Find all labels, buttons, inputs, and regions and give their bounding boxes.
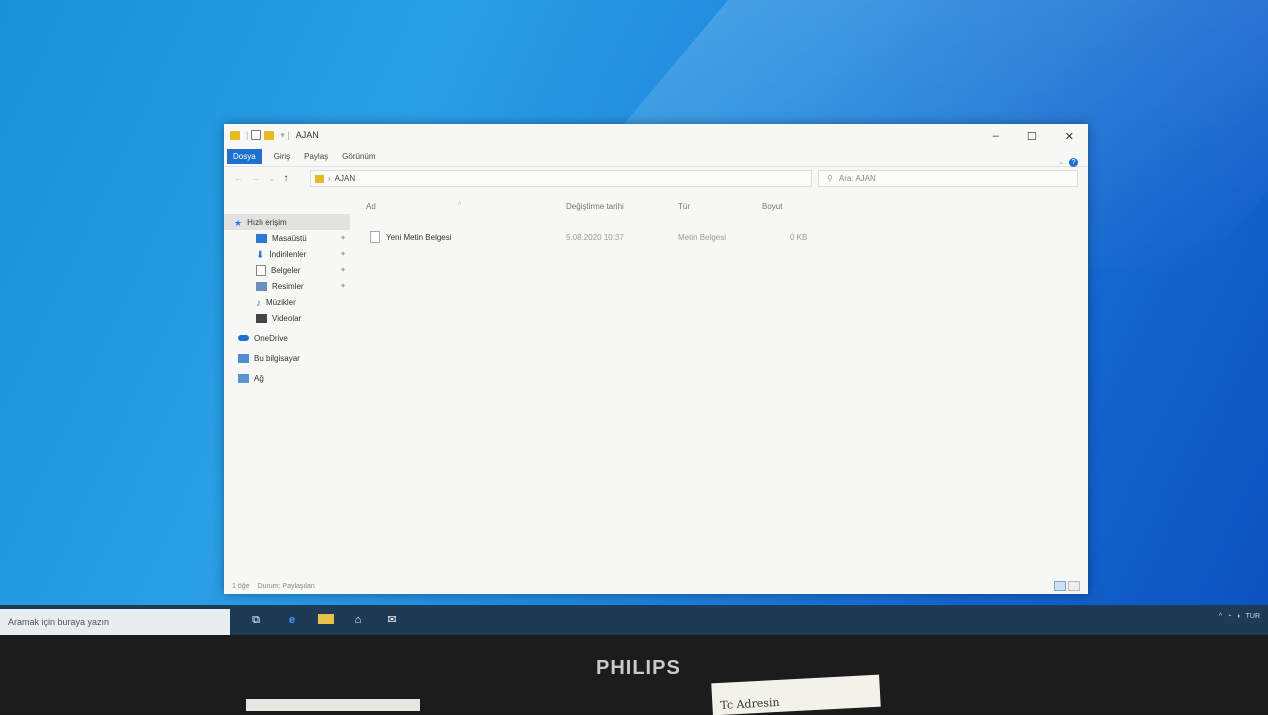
nav-item-music[interactable]: ♪ Müzikler bbox=[224, 294, 350, 310]
item-count: 1 öğe bbox=[232, 582, 250, 590]
store-icon[interactable]: ⌂ bbox=[350, 614, 366, 626]
file-list: Ad ^ Değiştirme tarihi Tür Boyut Yeni Me… bbox=[350, 202, 1088, 578]
minimize-button[interactable]: – bbox=[993, 130, 999, 143]
pictures-icon bbox=[256, 281, 267, 291]
ribbon-tabs: Dosya Giriş Paylaş Görünüm ⌄ ? bbox=[224, 146, 1088, 167]
nav-item-network[interactable]: Ağ bbox=[224, 370, 350, 386]
maximize-button[interactable]: ☐ bbox=[1027, 130, 1037, 143]
window-title: AJAN bbox=[295, 130, 319, 140]
properties-icon[interactable] bbox=[251, 130, 262, 140]
nav-item-label: Müzikler bbox=[266, 297, 296, 307]
task-view-icon[interactable]: ⧉ bbox=[248, 614, 264, 626]
pin-icon: ✦ bbox=[340, 251, 346, 258]
input-language[interactable]: TUR bbox=[1246, 613, 1260, 620]
nav-item-label: İndirilenler bbox=[269, 249, 307, 259]
nav-item-label: Belgeler bbox=[271, 265, 301, 275]
file-explorer-icon[interactable] bbox=[318, 614, 334, 624]
file-size: 0 KB bbox=[790, 232, 808, 242]
recent-locations-icon[interactable]: ⌄ bbox=[268, 173, 276, 184]
network-icon bbox=[238, 373, 249, 383]
expand-ribbon-icon[interactable]: ⌄ bbox=[1058, 158, 1064, 166]
nav-item-label: Hızlı erişim bbox=[247, 217, 287, 227]
up-arrow-icon[interactable]: ↑ bbox=[284, 173, 289, 184]
mail-icon[interactable]: ✉ bbox=[384, 614, 400, 626]
nav-item-label: Masaüstü bbox=[272, 233, 307, 243]
nav-item-label: Resimler bbox=[272, 281, 304, 291]
file-explorer-window[interactable]: | ▾ | AJAN – ☐ ✕ Dosya Giriş Paylaş Görü… bbox=[224, 124, 1088, 594]
column-type[interactable]: Tür bbox=[678, 202, 690, 211]
back-arrow-icon[interactable]: ← bbox=[234, 173, 243, 183]
address-bar-row: ← → ⌄ ↑ › AJAN ⌄ ↻ ⚲ Ara: AJAN bbox=[224, 167, 1088, 189]
desktop-background: | ▾ | AJAN – ☐ ✕ Dosya Giriş Paylaş Görü… bbox=[0, 0, 1268, 605]
address-bar[interactable]: › AJAN bbox=[310, 170, 812, 187]
network-status-icon[interactable]: ◔ bbox=[1227, 613, 1231, 620]
nav-item-label: Videolar bbox=[272, 313, 302, 323]
computer-icon bbox=[238, 353, 249, 363]
column-date[interactable]: Değiştirme tarihi bbox=[566, 202, 624, 211]
nav-item-videos[interactable]: Videolar bbox=[224, 310, 350, 326]
nav-item-label: Ağ bbox=[254, 373, 264, 383]
nav-item-onedrive[interactable]: OneDrive bbox=[224, 330, 350, 346]
tab-home[interactable]: Giriş bbox=[274, 152, 290, 161]
sticky-note-text: Tc Adresin bbox=[720, 695, 780, 712]
column-size[interactable]: Boyut bbox=[762, 202, 782, 211]
edge-browser-icon[interactable]: e bbox=[284, 614, 300, 626]
taskbar-search-input[interactable]: Aramak için buraya yazın bbox=[0, 609, 230, 635]
show-hidden-icons-icon[interactable]: ^ bbox=[1219, 613, 1222, 620]
nav-item-label: OneDrive bbox=[254, 333, 288, 343]
nav-item-quick-access[interactable]: ★ Hızlı erişim bbox=[224, 214, 350, 230]
breadcrumb-current[interactable]: AJAN bbox=[335, 174, 355, 183]
monitor-bezel: PHILIPS Tc Adresin bbox=[0, 635, 1268, 715]
nav-item-documents[interactable]: Belgeler ✦ bbox=[224, 262, 350, 278]
nav-item-desktop[interactable]: Masaüstü ✦ bbox=[224, 230, 350, 246]
system-tray: ^ ◔ ◖ TUR bbox=[1219, 613, 1260, 620]
column-name[interactable]: Ad bbox=[366, 202, 376, 211]
search-icon: ⚲ bbox=[827, 174, 833, 183]
status-bar: 1 öğe Durum: Paylaşılan bbox=[224, 578, 1088, 594]
search-placeholder: Ara: AJAN bbox=[838, 174, 876, 183]
taskbar: Aramak için buraya yazın ⧉ e ⌂ ✉ ^ ◔ ◖ T… bbox=[0, 605, 1268, 635]
pin-icon: ✦ bbox=[340, 235, 346, 242]
monitor-brand-logo: PHILIPS bbox=[596, 657, 681, 679]
tab-file[interactable]: Dosya bbox=[227, 148, 262, 164]
file-row[interactable]: Yeni Metin Belgesi 5.08.2020 10:37 Metin… bbox=[370, 230, 1088, 244]
tab-share[interactable]: Paylaş bbox=[304, 152, 328, 161]
new-folder-icon[interactable] bbox=[264, 130, 275, 140]
forward-arrow-icon[interactable]: → bbox=[251, 173, 260, 183]
text-file-icon bbox=[370, 231, 380, 243]
navigation-pane: ★ Hızlı erişim Masaüstü ✦ ⬇ İndirilenler… bbox=[224, 210, 350, 578]
cloud-icon bbox=[238, 335, 249, 341]
documents-icon bbox=[256, 264, 266, 276]
sort-indicator-icon: ^ bbox=[458, 202, 462, 209]
paper-sheet bbox=[246, 699, 420, 711]
details-view-button[interactable] bbox=[1054, 581, 1066, 591]
music-icon: ♪ bbox=[256, 297, 261, 309]
pin-icon: ✦ bbox=[340, 267, 346, 274]
desktop-icon bbox=[256, 233, 267, 243]
share-state: Durum: Paylaşılan bbox=[257, 582, 315, 590]
nav-item-label: Bu bilgisayar bbox=[254, 353, 300, 363]
nav-item-this-pc[interactable]: Bu bilgisayar bbox=[224, 350, 350, 366]
search-input[interactable]: ⚲ Ara: AJAN bbox=[818, 170, 1078, 187]
tab-view[interactable]: Görünüm bbox=[342, 152, 375, 161]
file-type: Metin Belgesi bbox=[678, 232, 727, 242]
large-icons-view-button[interactable] bbox=[1068, 581, 1080, 591]
taskbar-search-placeholder: Aramak için buraya yazın bbox=[8, 617, 110, 627]
videos-icon bbox=[256, 313, 267, 323]
nav-item-downloads[interactable]: ⬇ İndirilenler ✦ bbox=[224, 246, 350, 262]
star-icon: ★ bbox=[234, 217, 243, 228]
pin-icon: ✦ bbox=[340, 283, 346, 290]
folder-icon bbox=[230, 130, 240, 140]
folder-icon bbox=[315, 174, 324, 183]
column-headers: Ad ^ Değiştirme tarihi Tür Boyut bbox=[350, 202, 1088, 232]
volume-icon[interactable]: ◖ bbox=[1236, 613, 1240, 620]
sticky-note: Tc Adresin bbox=[711, 674, 881, 715]
file-name: Yeni Metin Belgesi bbox=[386, 232, 452, 242]
file-modified: 5.08.2020 10:37 bbox=[566, 232, 624, 242]
download-icon: ⬇ bbox=[256, 249, 265, 261]
nav-item-pictures[interactable]: Resimler ✦ bbox=[224, 278, 350, 294]
close-button[interactable]: ✕ bbox=[1065, 130, 1074, 143]
help-icon[interactable]: ? bbox=[1069, 158, 1078, 167]
title-bar[interactable]: | ▾ | AJAN – ☐ ✕ bbox=[224, 124, 1088, 146]
